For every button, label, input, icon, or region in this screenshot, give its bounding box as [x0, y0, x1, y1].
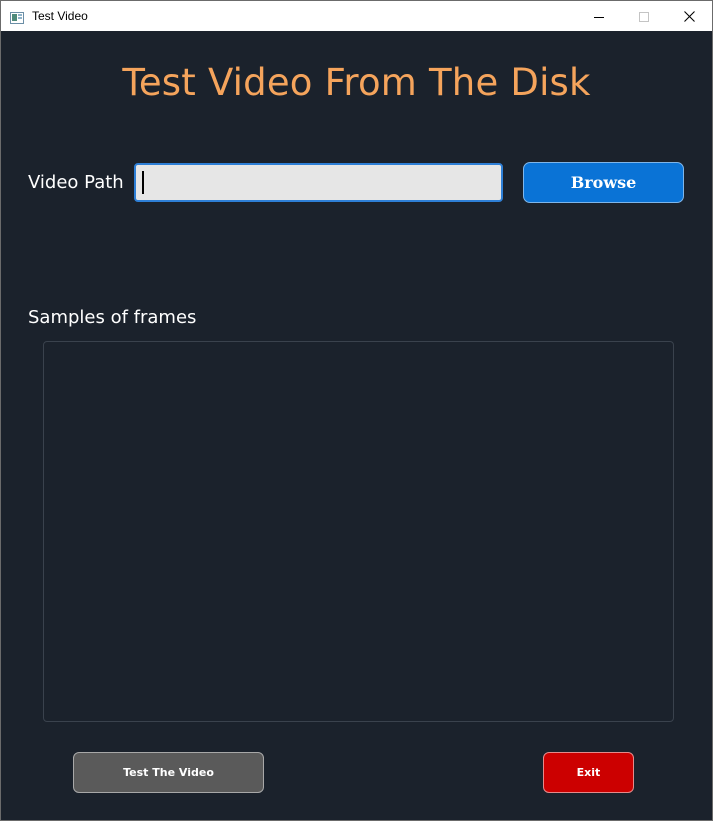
exit-button[interactable]: Exit — [543, 752, 634, 793]
text-caret — [142, 171, 144, 194]
minimize-button[interactable] — [576, 1, 622, 31]
window-title: Test Video — [32, 9, 88, 23]
maximize-icon — [639, 7, 649, 26]
app-window: Test Video Test Video From The Disk Vide… — [0, 0, 713, 821]
maximize-button[interactable] — [621, 1, 667, 31]
minimize-icon — [594, 7, 604, 26]
title-bar[interactable]: Test Video — [1, 1, 712, 31]
close-icon — [683, 7, 695, 26]
frames-panel — [43, 341, 674, 722]
app-icon — [10, 9, 24, 24]
close-button[interactable] — [666, 1, 712, 31]
test-video-button[interactable]: Test The Video — [73, 752, 264, 793]
video-path-input[interactable] — [134, 163, 503, 202]
page-title: Test Video From The Disk — [122, 61, 591, 104]
browse-button[interactable]: Browse — [523, 162, 684, 203]
samples-label: Samples of frames — [28, 307, 197, 328]
video-path-label: Video Path — [28, 172, 124, 193]
